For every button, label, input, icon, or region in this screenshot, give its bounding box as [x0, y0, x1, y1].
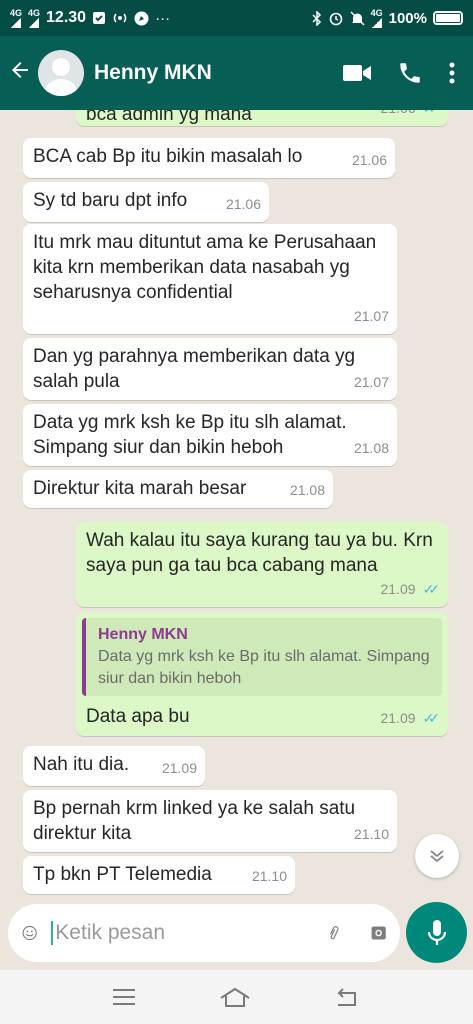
message-bubble-incoming[interactable]: Data yg mrk ksh ke Bp itu slh alamat. Si…	[23, 404, 397, 466]
status-bar: 4G 4G 12.30 ··· 4G 100%	[0, 0, 473, 36]
more-options-icon[interactable]	[449, 62, 455, 84]
message-text: Data yg mrk ksh ke Bp itu slh alamat. Si…	[33, 412, 347, 458]
emoji-icon[interactable]	[22, 919, 37, 947]
message-time: 21.07	[353, 308, 389, 324]
message-bubble-incoming[interactable]: Itu mrk mau dituntut ama ke Perusahaan k…	[23, 224, 397, 334]
message-text: BCA cab Bp itu bikin masalah lo	[33, 146, 303, 167]
phone-call-icon[interactable]	[397, 60, 423, 86]
contact-name[interactable]: Henny MKN	[94, 61, 212, 85]
message-text: Bp pernah krm linked ya ke salah satu di…	[33, 798, 356, 844]
message-input[interactable]	[51, 921, 327, 945]
menu-icon[interactable]	[112, 988, 136, 1006]
battery-percent: 100%	[388, 9, 427, 27]
compass-icon	[134, 11, 149, 25]
read-tick-icon: ✓✓	[422, 581, 441, 597]
message-text: Wah kalau itu saya kurang tau ya bu. Krn…	[86, 530, 433, 576]
more-notifications-icon: ···	[155, 9, 171, 27]
bluetooth-icon	[312, 10, 321, 26]
signal-icon: 4G	[10, 7, 23, 28]
clock: 12.30	[46, 9, 87, 26]
message-bubble-incoming[interactable]: Bp pernah krm linked ya ke salah satu di…	[23, 790, 397, 852]
message-bubble-outgoing[interactable]: bca admin yg mana 21.06 ✓✓	[76, 110, 448, 126]
message-bubble-incoming[interactable]: Tp bkn PT Telemedia 21.10	[23, 856, 295, 894]
message-text: Itu mrk mau dituntut ama ke Perusahaan k…	[33, 232, 377, 303]
chat-area[interactable]: bca admin yg mana 21.06 ✓✓ BCA cab Bp itu…	[0, 110, 473, 900]
message-text: Sy td baru dpt info	[33, 190, 188, 211]
message-time: 21.09	[380, 581, 416, 597]
scroll-to-bottom-button[interactable]	[415, 834, 459, 878]
camera-icon[interactable]	[371, 920, 386, 946]
message-time: 21.09	[380, 710, 416, 726]
message-time: 21.10	[353, 826, 389, 842]
quoted-text: Data yg mrk ksh ke Bp itu slh alamat. Si…	[98, 648, 430, 687]
message-time: 21.10	[251, 868, 287, 884]
video-call-icon[interactable]	[343, 63, 371, 83]
signal-icon: 4G	[28, 7, 41, 28]
avatar[interactable]	[38, 50, 84, 96]
back-arrow-icon[interactable]	[8, 57, 38, 89]
message-text: Tp bkn PT Telemedia	[33, 864, 212, 885]
quoted-message[interactable]: Henny MKN Data yg mrk ksh ke Bp itu slh …	[82, 618, 442, 696]
read-tick-icon: ✓✓	[422, 710, 441, 726]
alarm-icon	[329, 12, 342, 26]
home-icon[interactable]	[219, 986, 251, 1008]
message-time: 21.06	[225, 196, 261, 212]
network-type-3: 4G	[370, 7, 383, 18]
network-type-1: 4G	[10, 7, 23, 18]
message-time: 21.09	[161, 760, 197, 776]
back-icon[interactable]	[335, 987, 361, 1007]
download-icon	[93, 12, 106, 24]
network-type-2: 4G	[28, 7, 41, 18]
message-bubble-incoming[interactable]: Sy td baru dpt info 21.06	[23, 182, 269, 222]
message-bubble-incoming[interactable]: Direktur kita marah besar 21.08	[23, 470, 333, 508]
message-text: Nah itu dia.	[33, 754, 130, 775]
system-nav-bar	[0, 970, 473, 1024]
quoted-sender: Henny MKN	[98, 626, 188, 643]
message-bubble-incoming[interactable]: Dan yg parahnya memberikan data yg salah…	[23, 338, 397, 400]
message-text: Data apa bu	[86, 706, 190, 727]
message-text: Dan yg parahnya memberikan data yg salah…	[33, 346, 356, 392]
attach-icon[interactable]	[326, 918, 342, 948]
message-time: 21.08	[353, 440, 389, 456]
message-text: Direktur kita marah besar	[33, 478, 247, 499]
message-time: 21.06	[351, 152, 387, 168]
message-bubble-outgoing[interactable]: Henny MKN Data yg mrk ksh ke Bp itu slh …	[76, 612, 448, 736]
signal-icon: 4G	[370, 7, 383, 28]
message-bubble-incoming[interactable]: Nah itu dia. 21.09	[23, 746, 205, 786]
read-tick-icon: ✓✓	[423, 110, 441, 121]
double-chevron-down-icon	[430, 850, 444, 863]
chat-header: Henny MKN	[0, 36, 473, 110]
message-time: 21.06	[380, 110, 415, 121]
message-time: 21.08	[289, 482, 325, 498]
battery-icon	[433, 11, 463, 25]
message-composer	[8, 904, 400, 962]
mic-button[interactable]	[406, 902, 467, 963]
message-text: bca admin yg mana	[86, 110, 252, 125]
mute-icon	[350, 10, 365, 26]
mic-icon	[427, 919, 446, 945]
message-bubble-incoming[interactable]: BCA cab Bp itu bikin masalah lo 21.06	[23, 138, 395, 178]
hotspot-icon	[113, 13, 127, 23]
message-bubble-outgoing[interactable]: Wah kalau itu saya kurang tau ya bu. Krn…	[76, 522, 448, 607]
message-time: 21.07	[353, 374, 389, 390]
